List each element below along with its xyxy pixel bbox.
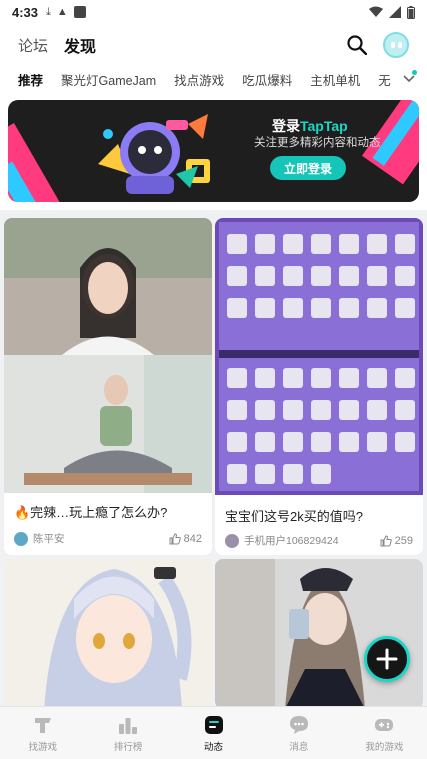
status-time: 4:33 [12, 4, 39, 20]
like-button[interactable]: 842 [169, 533, 202, 545]
new-dot [412, 70, 417, 75]
nav-label: 找游戏 [28, 741, 57, 753]
category-console[interactable]: 主机单机 [310, 70, 360, 89]
author-name[interactable]: 手机用户106829424 [244, 533, 339, 548]
banner-title-brand: TapTap [300, 118, 348, 134]
category-gamejam[interactable]: 聚光灯GameJam [61, 70, 156, 89]
categories-more-button[interactable] [391, 66, 427, 92]
nav-ranking[interactable]: 排行榜 [85, 707, 170, 759]
category-recommend[interactable]: 推荐 [18, 70, 43, 89]
nav-feed[interactable]: 动态 [171, 707, 256, 759]
category-find-games[interactable]: 找点游戏 [174, 70, 224, 89]
thumbs-up-icon [380, 534, 392, 546]
user-avatar[interactable] [383, 32, 409, 58]
login-banner[interactable]: 登录TapTap 关注更多精彩内容和动态 立即登录 [8, 100, 419, 202]
banner-subtitle: 关注更多精彩内容和动态 [254, 137, 381, 149]
banner-title-prefix: 登录 [272, 118, 300, 134]
author-avatar[interactable] [225, 533, 239, 548]
banner-title: 登录TapTap [272, 116, 348, 136]
plus-icon [376, 648, 398, 670]
battery-icon [407, 5, 415, 19]
game-icon [34, 717, 51, 733]
top-header: 论坛 发现 [0, 24, 427, 66]
feed-icon [204, 715, 223, 734]
bottom-nav: 找游戏 排行榜 动态 消息 我的游戏 [0, 706, 427, 759]
feed-card[interactable] [215, 559, 423, 709]
tab-forum[interactable]: 论坛 [18, 35, 48, 56]
nav-label: 排行榜 [113, 741, 143, 753]
author-name[interactable]: 陈平安 [33, 531, 65, 546]
post-title[interactable]: 🔥完辣…玩上瘾了怎么办? [14, 502, 167, 521]
wifi-icon [369, 6, 383, 17]
like-button[interactable]: 259 [380, 535, 413, 547]
nav-find-games[interactable]: 找游戏 [0, 707, 85, 759]
like-count: 842 [183, 532, 202, 545]
like-count: 259 [394, 534, 413, 547]
nav-label: 我的游戏 [365, 741, 404, 753]
nav-my-games[interactable]: 我的游戏 [342, 707, 427, 759]
status-bar: 4:33 ⤓ ▲ [0, 0, 427, 24]
chevron-down-icon [403, 75, 415, 83]
category-gossip[interactable]: 吃瓜爆料 [242, 70, 292, 89]
post-meta: 陈平安 842 [14, 531, 202, 546]
login-button[interactable]: 立即登录 [270, 156, 346, 180]
create-post-button[interactable] [364, 636, 410, 682]
app-notification-icon [73, 6, 86, 18]
nav-label: 动态 [204, 741, 224, 753]
feed-card[interactable] [4, 559, 212, 709]
tab-discover[interactable]: 发现 [64, 33, 97, 57]
author-avatar[interactable] [14, 531, 28, 546]
thumbs-up-icon [169, 532, 181, 544]
post-meta: 手机用户106829424 259 [225, 533, 413, 548]
feed-card[interactable]: 🔥完辣…玩上瘾了怎么办? 陈平安 842 [4, 218, 212, 555]
screen: 4:33 ⤓ ▲ 论坛 发现 推荐 聚光灯GameJam 找点游戏 吃瓜爆料 主… [0, 0, 427, 759]
signal-icon [389, 6, 401, 18]
download-icon: ⤓ [46, 5, 51, 18]
nav-messages[interactable]: 消息 [256, 707, 341, 759]
post-title[interactable]: 宝宝们这号2k买的值吗? [225, 506, 363, 525]
post-image-game-inventory [215, 218, 423, 495]
search-icon[interactable] [347, 35, 367, 55]
ranking-icon [119, 717, 138, 734]
post-image-anime-girl [4, 559, 212, 709]
post-image-fitness [4, 218, 212, 493]
feed-card[interactable]: 宝宝们这号2k买的值吗? 手机用户106829424 259 [215, 218, 423, 555]
notification-a-icon: ▲ [56, 6, 68, 18]
post-image-cosplay [215, 559, 423, 709]
banner-area: 登录TapTap 关注更多精彩内容和动态 立即登录 [0, 92, 427, 210]
mascot-illustration [98, 114, 210, 194]
nav-label: 消息 [289, 741, 309, 753]
category-tabs: 推荐 聚光灯GameJam 找点游戏 吃瓜爆料 主机单机 无限暖暖 [0, 66, 427, 92]
controller-icon [375, 718, 394, 731]
message-icon [289, 715, 308, 734]
